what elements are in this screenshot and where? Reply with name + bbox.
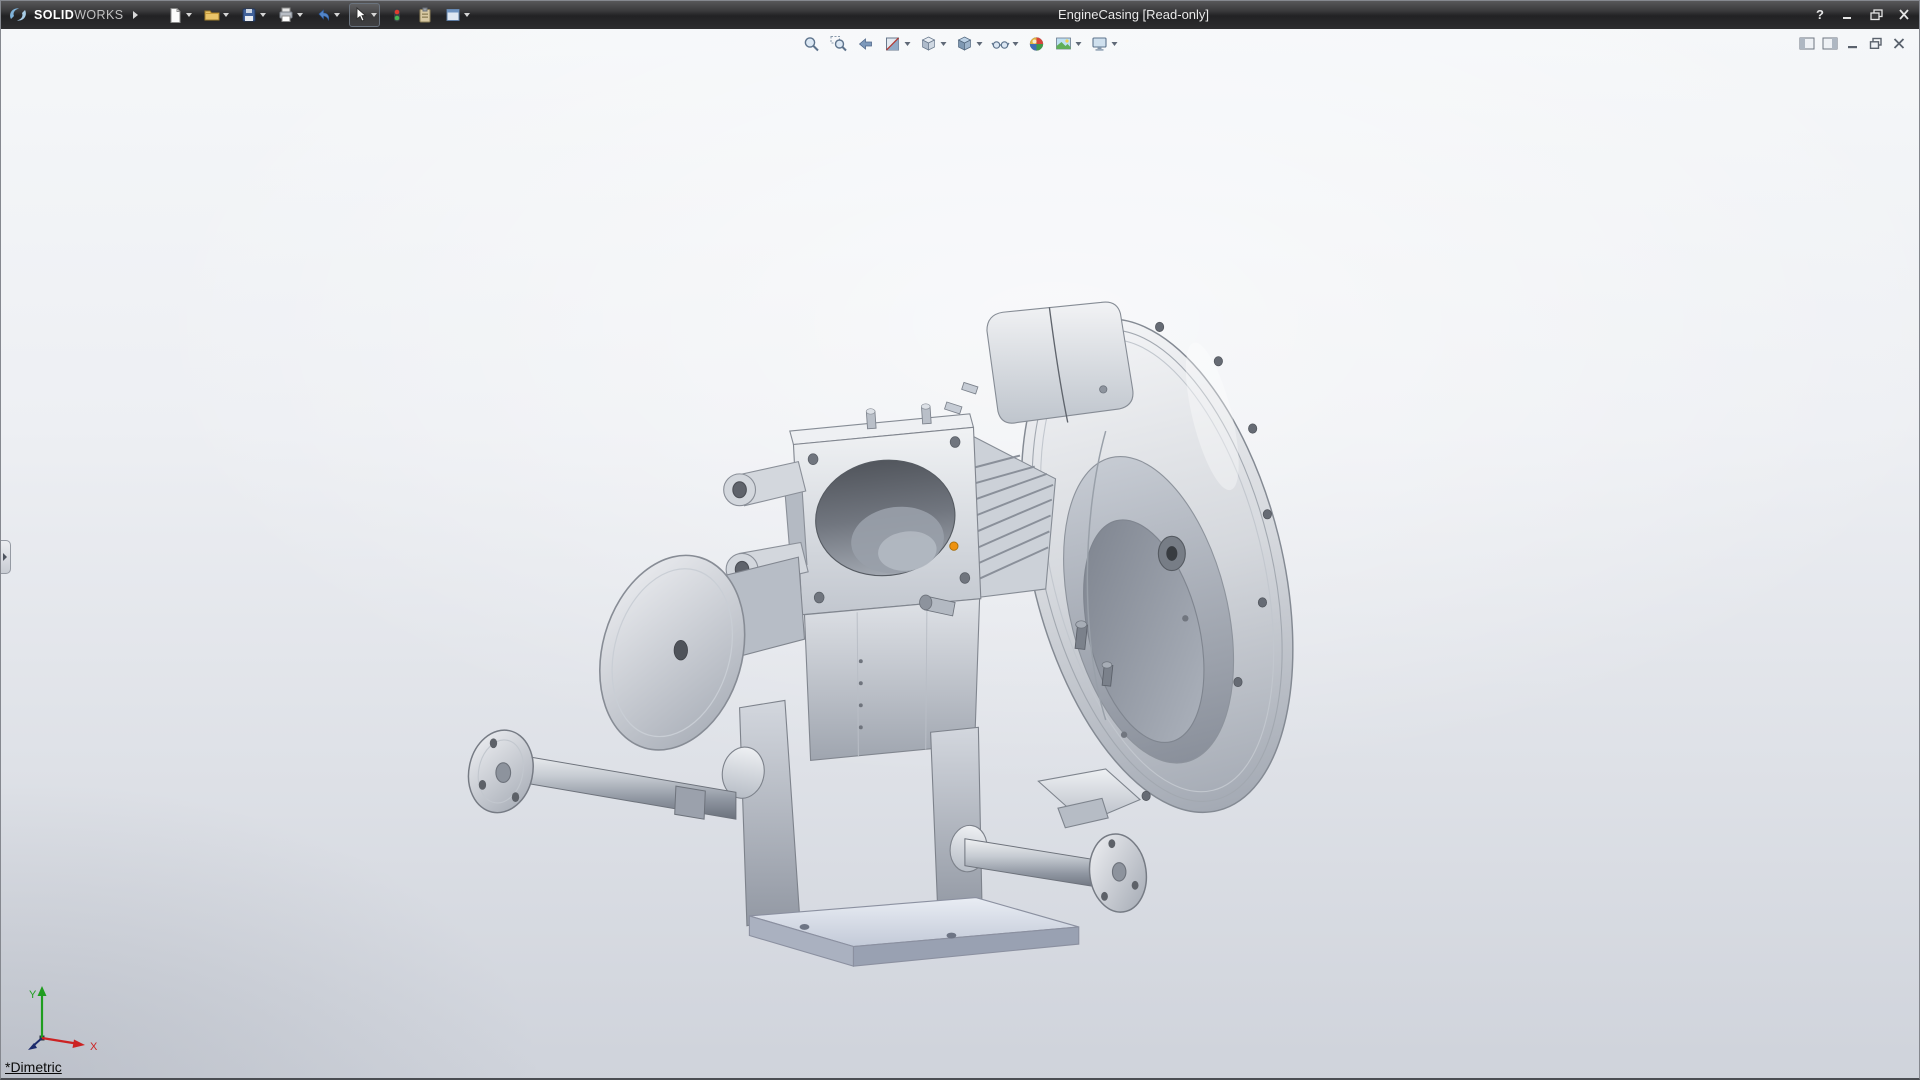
pane-right-icon <box>1822 37 1838 50</box>
appearance-panel-button[interactable] <box>442 4 473 26</box>
select-button[interactable] <box>349 3 380 27</box>
magnifier-area-icon <box>830 35 848 53</box>
title-bar: SOLIDWORKS <box>0 0 1920 29</box>
minimize-icon <box>1845 37 1861 50</box>
zoom-to-fit-button[interactable] <box>801 33 823 55</box>
previous-view-arrow-icon <box>857 35 875 53</box>
dropdown-caret-icon[interactable] <box>223 13 229 17</box>
edit-appearance-button[interactable] <box>1026 33 1048 55</box>
document-title: EngineCasing [Read-only] <box>1058 0 1209 29</box>
close-icon <box>1898 9 1910 20</box>
new-document-button[interactable] <box>164 4 195 26</box>
doc-restore-button[interactable] <box>1867 36 1885 51</box>
save-floppy-icon <box>241 7 257 23</box>
window-panel-icon <box>445 7 461 23</box>
view-settings-button[interactable] <box>1089 33 1120 55</box>
open-folder-icon <box>204 7 220 23</box>
restore-button[interactable] <box>1866 6 1886 24</box>
dropdown-caret-icon[interactable] <box>371 13 377 17</box>
minimize-button[interactable] <box>1838 6 1858 24</box>
pane-left-button[interactable] <box>1798 36 1816 51</box>
pane-left-icon <box>1799 37 1815 50</box>
dropdown-caret-icon[interactable] <box>1112 42 1118 46</box>
expand-arrow-icon <box>3 553 7 561</box>
model-cylinder-block <box>790 404 981 615</box>
print-button[interactable] <box>275 4 306 26</box>
minimize-icon <box>1842 9 1854 20</box>
dropdown-caret-icon[interactable] <box>1076 42 1082 46</box>
section-view-button[interactable] <box>882 33 913 55</box>
undo-button[interactable] <box>312 4 343 26</box>
open-button[interactable] <box>201 4 232 26</box>
orientation-triad[interactable]: Y X <box>22 982 122 1060</box>
x-axis-label: X <box>90 1041 98 1053</box>
dropdown-caret-icon[interactable] <box>977 42 983 46</box>
model-top-cover <box>945 302 1133 423</box>
model-orange-marker <box>950 542 958 550</box>
restore-icon <box>1868 37 1884 50</box>
undo-arrow-icon <box>315 7 331 23</box>
doc-close-button[interactable] <box>1890 36 1908 51</box>
select-cursor-icon <box>352 7 368 23</box>
dropdown-caret-icon[interactable] <box>260 13 266 17</box>
hide-show-items-button[interactable] <box>990 33 1021 55</box>
solidworks-logo: SOLIDWORKS <box>0 0 131 29</box>
help-button[interactable]: ? <box>1810 6 1830 24</box>
dropdown-caret-icon[interactable] <box>464 13 470 17</box>
dropdown-caret-icon[interactable] <box>186 13 192 17</box>
engine-casing-model[interactable] <box>0 0 1920 1080</box>
print-icon <box>278 7 294 23</box>
restore-icon <box>1870 9 1883 21</box>
dropdown-caret-icon[interactable] <box>941 42 947 46</box>
scene-picture-icon <box>1055 35 1073 53</box>
apply-scene-button[interactable] <box>1053 33 1084 55</box>
section-view-icon <box>884 35 902 53</box>
close-button[interactable] <box>1894 6 1914 24</box>
zoom-to-area-button[interactable] <box>828 33 850 55</box>
magnifier-icon <box>803 35 821 53</box>
dropdown-caret-icon[interactable] <box>905 42 911 46</box>
view-orientation-label: *Dimetric <box>5 1059 62 1075</box>
menu-flyout-arrow[interactable] <box>133 11 138 19</box>
window-controls: ? <box>1810 0 1914 29</box>
traffic-light-icon <box>389 7 405 23</box>
new-document-icon <box>167 7 183 23</box>
save-button[interactable] <box>238 4 269 26</box>
y-axis-label: Y <box>29 989 37 1001</box>
dropdown-caret-icon[interactable] <box>334 13 340 17</box>
clipboard-icon <box>417 7 433 23</box>
heads-up-view-toolbar <box>801 33 1120 55</box>
quick-access-toolbar <box>164 0 473 29</box>
doc-minimize-button[interactable] <box>1844 36 1862 51</box>
close-icon <box>1891 37 1907 50</box>
view-cube-icon <box>920 35 938 53</box>
dropdown-caret-icon[interactable] <box>1013 42 1019 46</box>
solidworks-wordmark: SOLIDWORKS <box>34 8 123 22</box>
brand-works: WORKS <box>74 8 123 22</box>
options-button[interactable] <box>414 4 436 26</box>
appearance-sphere-icon <box>1028 35 1046 53</box>
dassault-systemes-swirl-icon <box>7 6 29 23</box>
glasses-icon <box>992 35 1010 53</box>
pane-right-button[interactable] <box>1821 36 1839 51</box>
view-orientation-button[interactable] <box>918 33 949 55</box>
monitor-icon <box>1091 35 1109 53</box>
rebuild-button[interactable] <box>386 4 408 26</box>
brand-solid: SOLID <box>34 8 74 22</box>
display-style-cube-icon <box>956 35 974 53</box>
dropdown-caret-icon[interactable] <box>297 13 303 17</box>
display-style-button[interactable] <box>954 33 985 55</box>
previous-view-button[interactable] <box>855 33 877 55</box>
document-window-controls <box>1798 36 1908 51</box>
featuremanager-collapsed-tab[interactable] <box>0 540 11 574</box>
